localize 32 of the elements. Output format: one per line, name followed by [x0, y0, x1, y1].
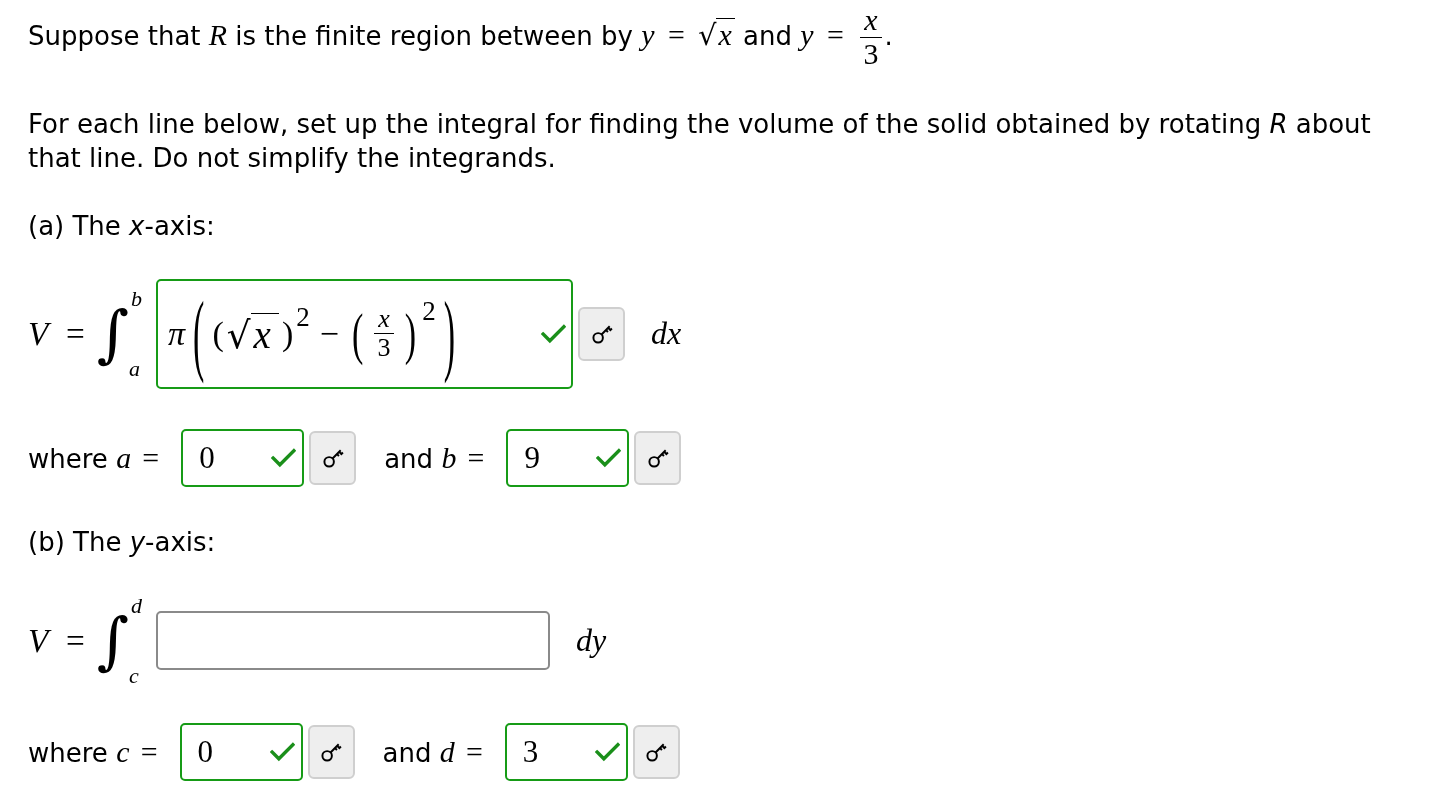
- check-icon: [541, 323, 566, 344]
- part-heading: (a) The x-axis:: [28, 209, 216, 243]
- upper-limit: b: [131, 287, 142, 310]
- integrand-field[interactable]: [156, 611, 550, 671]
- integral-sign: ∫: [96, 602, 129, 679]
- key-button[interactable]: [634, 430, 682, 485]
- integral-sign: ∫: [96, 295, 129, 372]
- volume-label: V =: [28, 314, 85, 353]
- answer-field[interactable]: 0: [181, 428, 305, 487]
- key-button[interactable]: [578, 306, 625, 361]
- bound-label: where c =: [28, 734, 158, 769]
- answer-field[interactable]: 3: [504, 722, 628, 781]
- bound-label: and d =: [382, 734, 483, 769]
- part-heading: (b) The y-axis:: [28, 525, 217, 559]
- lower-limit: c: [129, 664, 140, 687]
- answer-field[interactable]: 0: [179, 722, 303, 781]
- instructions-text: For each line below, set up the integral for finding the volume of the solid obtained by rotating R about that line. Do not simplify the integrands.: [28, 107, 1372, 175]
- differential: dx: [651, 315, 682, 353]
- check-icon: [271, 447, 297, 468]
- check-icon: [269, 741, 295, 762]
- key-button[interactable]: [309, 430, 357, 485]
- key-button[interactable]: [632, 724, 680, 779]
- bound-label: where a =: [28, 440, 160, 475]
- lower-limit: a: [129, 357, 141, 380]
- answer-field[interactable]: 9: [506, 428, 630, 487]
- check-icon: [596, 447, 622, 468]
- check-icon: [594, 741, 620, 762]
- volume-label: V =: [28, 621, 85, 660]
- key-button[interactable]: [307, 724, 355, 779]
- bound-label: and b =: [384, 440, 485, 475]
- upper-limit: d: [131, 594, 142, 617]
- differential: dy: [576, 622, 607, 660]
